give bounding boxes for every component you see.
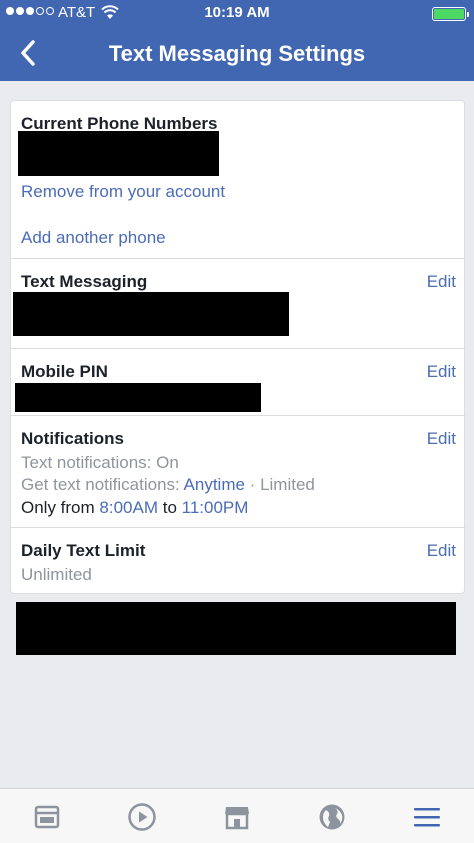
tab-menu[interactable] [380, 789, 474, 843]
phone-numbers-section: Current Phone Numbers Remove from your a… [11, 101, 466, 259]
text-messaging-section: Text Messaging Edit [11, 259, 466, 349]
schedule-limited-option[interactable]: Limited [260, 475, 315, 494]
notifications-schedule-line: Get text notifications: Anytime · Limite… [21, 475, 315, 495]
time-range-prefix: Only from [21, 498, 100, 517]
time-range-to: to [158, 498, 182, 517]
mobile-pin-heading: Mobile PIN [21, 362, 108, 381]
news-feed-icon [34, 805, 60, 828]
notifications-edit-link[interactable]: Edit [427, 429, 456, 449]
text-messaging-edit-link[interactable]: Edit [427, 272, 456, 292]
top-bar: AT&T 10:19 AM Text Messaging Settings [0, 0, 474, 81]
status-bar: AT&T 10:19 AM [0, 4, 474, 24]
remove-phone-link[interactable]: Remove from your account [21, 182, 225, 202]
redacted-mobile-pin [15, 383, 261, 412]
menu-icon [414, 807, 440, 826]
settings-card: Current Phone Numbers Remove from your a… [10, 100, 466, 595]
tab-video[interactable] [95, 789, 189, 843]
to-time-link[interactable]: 11:00PM [182, 498, 249, 517]
tab-news-feed[interactable] [0, 789, 94, 843]
tab-marketplace[interactable] [190, 789, 284, 843]
schedule-prefix: Get text notifications: [21, 475, 184, 494]
clock-time: 10:19 AM [204, 4, 270, 21]
schedule-separator: · [244, 475, 261, 494]
globe-notifications-icon [319, 804, 345, 829]
notifications-heading: Notifications [21, 429, 124, 448]
add-phone-link[interactable]: Add another phone [21, 228, 166, 248]
bottom-tab-bar [0, 788, 474, 843]
daily-limit-heading: Daily Text Limit [21, 541, 146, 560]
text-messaging-heading: Text Messaging [21, 272, 148, 291]
daily-limit-section: Daily Text Limit Edit Unlimited [11, 528, 466, 595]
from-time-link[interactable]: 8:00AM [99, 498, 158, 517]
notifications-section: Notifications Edit Text notifications: O… [11, 416, 466, 528]
notifications-status: Text notifications: On [21, 453, 179, 472]
mobile-pin-edit-link[interactable]: Edit [427, 362, 456, 382]
page-title: Text Messaging Settings [108, 41, 366, 66]
redacted-text-messaging-value [13, 292, 289, 336]
battery-icon [432, 7, 469, 21]
redacted-phone-number [18, 131, 219, 176]
video-play-icon [128, 802, 156, 831]
daily-limit-value: Unlimited [21, 565, 92, 584]
mobile-pin-section: Mobile PIN Edit [11, 349, 466, 416]
redacted-footer-content [16, 602, 456, 655]
daily-limit-edit-link[interactable]: Edit [427, 541, 456, 561]
tab-notifications[interactable] [285, 789, 379, 843]
marketplace-icon [225, 806, 249, 829]
schedule-anytime-link[interactable]: Anytime [184, 475, 245, 494]
notifications-time-range: Only from 8:00AM to 11:00PM [21, 498, 248, 518]
